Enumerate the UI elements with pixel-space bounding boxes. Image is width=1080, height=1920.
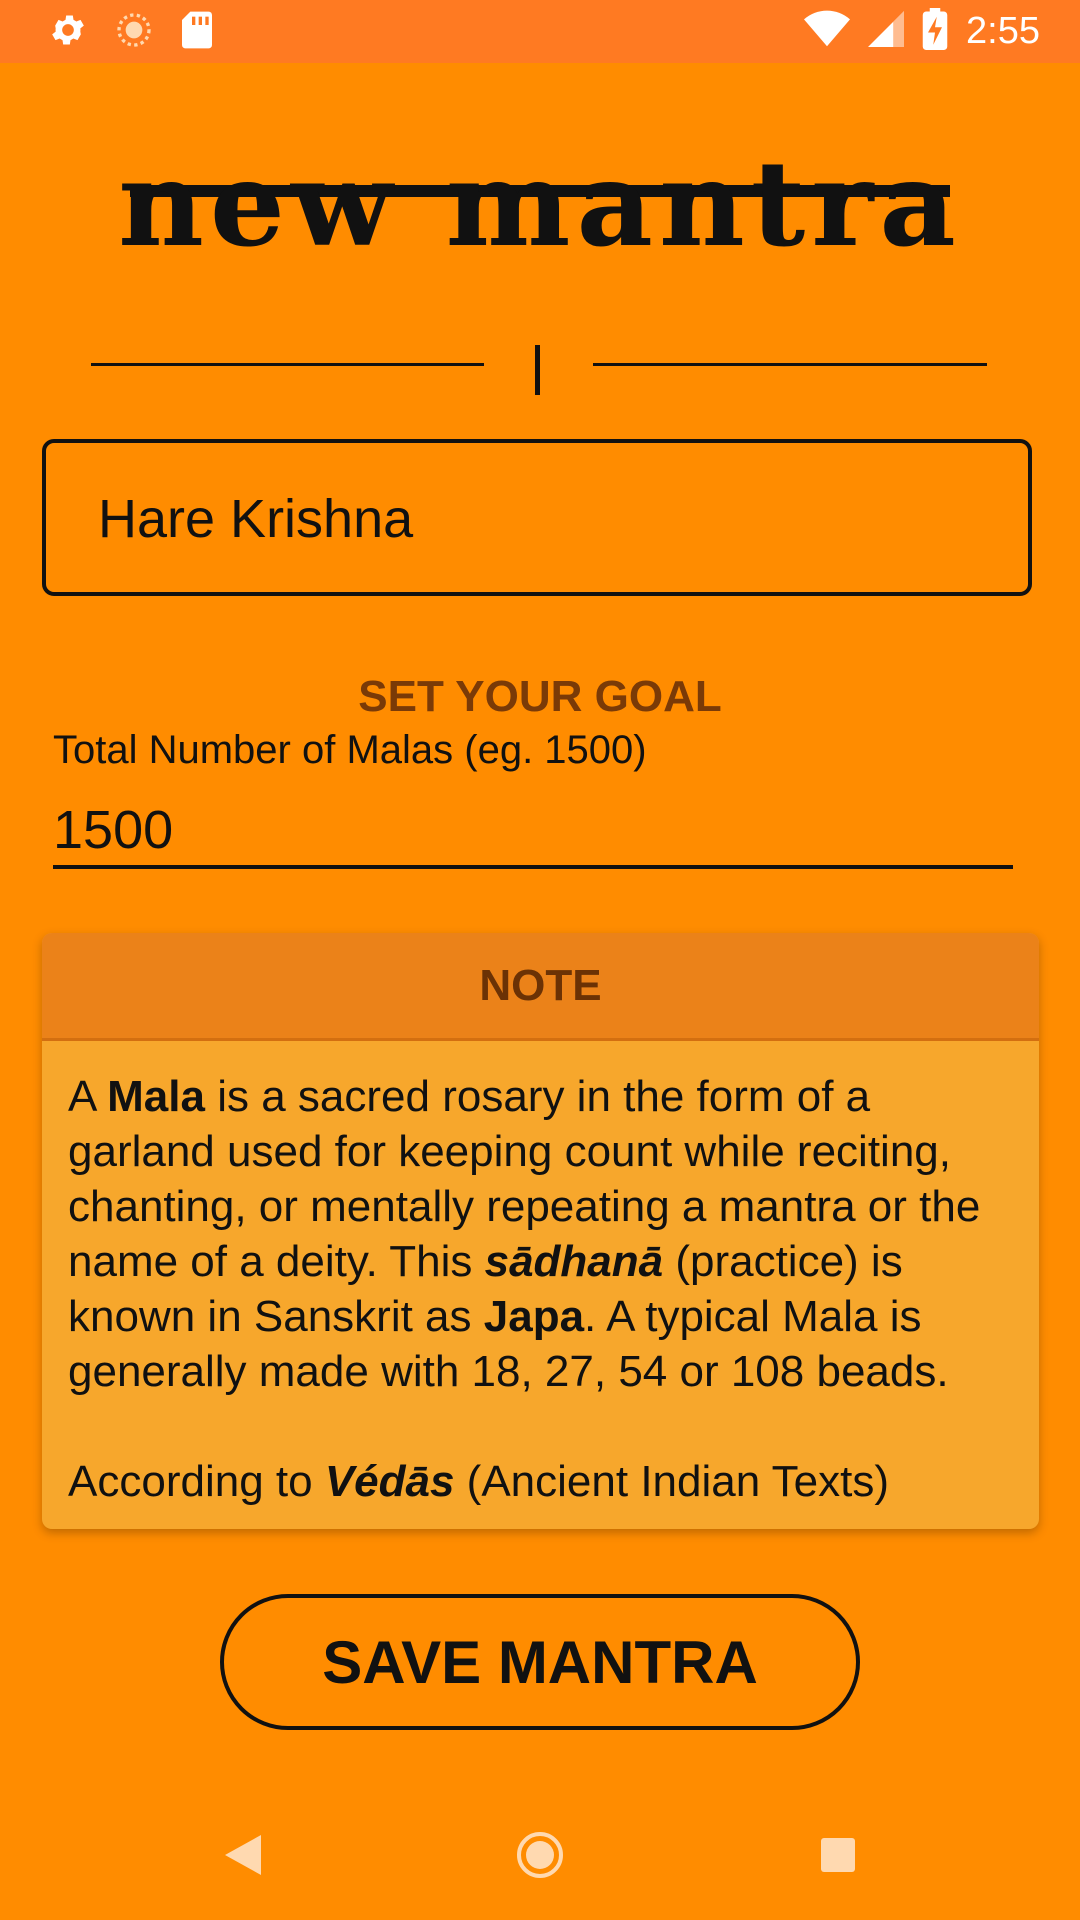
- divider-right: [593, 363, 987, 366]
- status-left-icons: [48, 10, 214, 55]
- note-text: (Ancient Indian Texts): [454, 1457, 889, 1506]
- goal-heading: SET YOUR GOAL: [358, 672, 722, 721]
- navigation-bar: [0, 1795, 1080, 1920]
- back-icon: [225, 1835, 261, 1880]
- status-bar: 2:55: [0, 0, 1080, 63]
- settings-icon: [48, 10, 88, 55]
- divider-tick: [535, 345, 540, 395]
- malas-count-input[interactable]: [53, 795, 1013, 869]
- home-button[interactable]: [480, 1795, 600, 1920]
- note-paragraph: According to Védās (Ancient Indian Texts…: [68, 1454, 1011, 1509]
- note-text: According to: [68, 1457, 325, 1506]
- recents-icon: [821, 1838, 855, 1877]
- note-body[interactable]: A Mala is a sacred rosary in the form of…: [42, 1041, 1039, 1509]
- page-title: new mantra: [118, 134, 962, 273]
- note-italic-term: sādhanā: [484, 1237, 664, 1286]
- note-bold-term: Japa: [483, 1292, 585, 1341]
- mantra-field[interactable]: [42, 439, 1032, 596]
- status-right-icons: 2:55: [804, 8, 1040, 55]
- note-bold-term: Mala: [107, 1072, 205, 1121]
- note-card[interactable]: NOTE A Mala is a sacred rosary in the fo…: [42, 933, 1039, 1529]
- note-header: NOTE: [42, 933, 1039, 1041]
- goal-label: Total Number of Malas (eg. 1500): [53, 728, 647, 772]
- mantra-input[interactable]: [96, 483, 980, 555]
- clock: 2:55: [966, 10, 1040, 52]
- note-text: A: [68, 1072, 108, 1121]
- back-button[interactable]: [183, 1795, 303, 1920]
- wifi-icon: [804, 9, 851, 54]
- signal-icon: [868, 9, 905, 54]
- note-italic-term: Védās: [324, 1457, 455, 1506]
- sd-card-icon: [180, 10, 214, 55]
- recents-button[interactable]: [778, 1795, 898, 1920]
- home-icon: [515, 1830, 565, 1885]
- battery-charging-icon: [922, 8, 948, 55]
- note-paragraph: A Mala is a sacred rosary in the form of…: [68, 1069, 1011, 1399]
- save-mantra-button[interactable]: SAVE MANTRA: [220, 1594, 860, 1730]
- sync-icon: [114, 10, 154, 55]
- divider-left: [91, 363, 484, 366]
